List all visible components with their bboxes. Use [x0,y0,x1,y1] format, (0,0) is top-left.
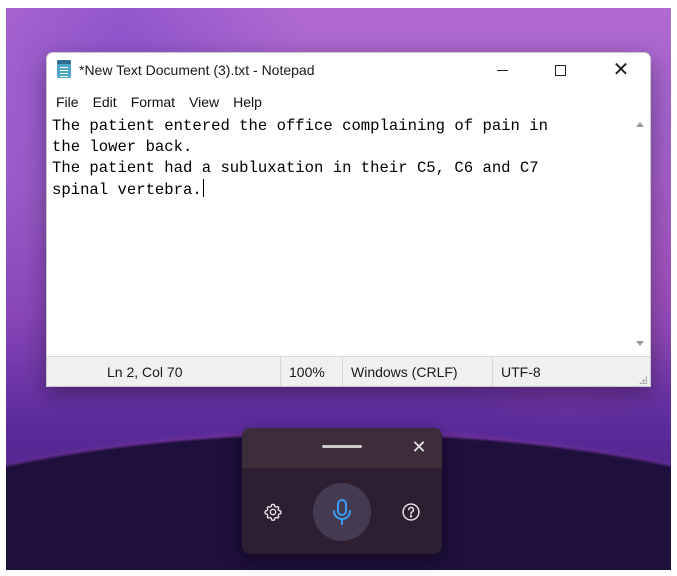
status-zoom: 100% [280,357,342,386]
window-title: *New Text Document (3).txt - Notepad [79,62,315,78]
text-caret [202,179,204,197]
drag-handle[interactable] [322,445,362,448]
notepad-icon [57,60,71,78]
help-button[interactable] [398,499,424,525]
status-cursor-position: Ln 2, Col 70 [107,364,183,380]
gear-icon [264,503,282,522]
title-bar[interactable]: *New Text Document (3).txt - Notepad ✕ [47,53,650,89]
notepad-window: *New Text Document (3).txt - Notepad ✕ F… [46,52,651,387]
menu-edit[interactable]: Edit [86,91,124,113]
maximize-icon [554,64,566,76]
status-bar: Ln 2, Col 70 100% Windows (CRLF) UTF-8 [47,356,650,386]
minimize-icon [496,69,508,71]
microphone-button[interactable] [313,483,371,541]
menu-help[interactable]: Help [226,91,269,113]
status-encoding: UTF-8 [492,357,650,386]
editor-text: The patient entered the office complaini… [52,117,548,199]
maximize-button[interactable] [537,53,583,87]
menu-bar: File Edit Format View Help [47,91,650,113]
vertical-scrollbar[interactable] [631,114,648,356]
menu-file[interactable]: File [47,91,86,113]
text-editor[interactable]: The patient entered the office complaini… [47,114,628,356]
editor-content[interactable]: The patient entered the office complaini… [52,116,622,201]
status-line-ending: Windows (CRLF) [342,357,492,386]
scroll-down-arrow-icon[interactable] [636,341,644,346]
close-button[interactable]: ✕ [598,53,644,87]
minimize-button[interactable] [479,53,525,87]
microphone-icon [333,499,351,525]
voice-typing-close-button[interactable]: ✕ [408,435,430,459]
close-icon: ✕ [612,59,630,81]
menu-view[interactable]: View [182,91,226,113]
help-icon [402,503,420,521]
voice-typing-header: ✕ [242,428,442,468]
voice-typing-panel: ✕ [242,428,442,554]
scroll-up-arrow-icon[interactable] [636,122,644,127]
menu-format[interactable]: Format [124,91,182,113]
voice-settings-button[interactable] [260,499,286,525]
